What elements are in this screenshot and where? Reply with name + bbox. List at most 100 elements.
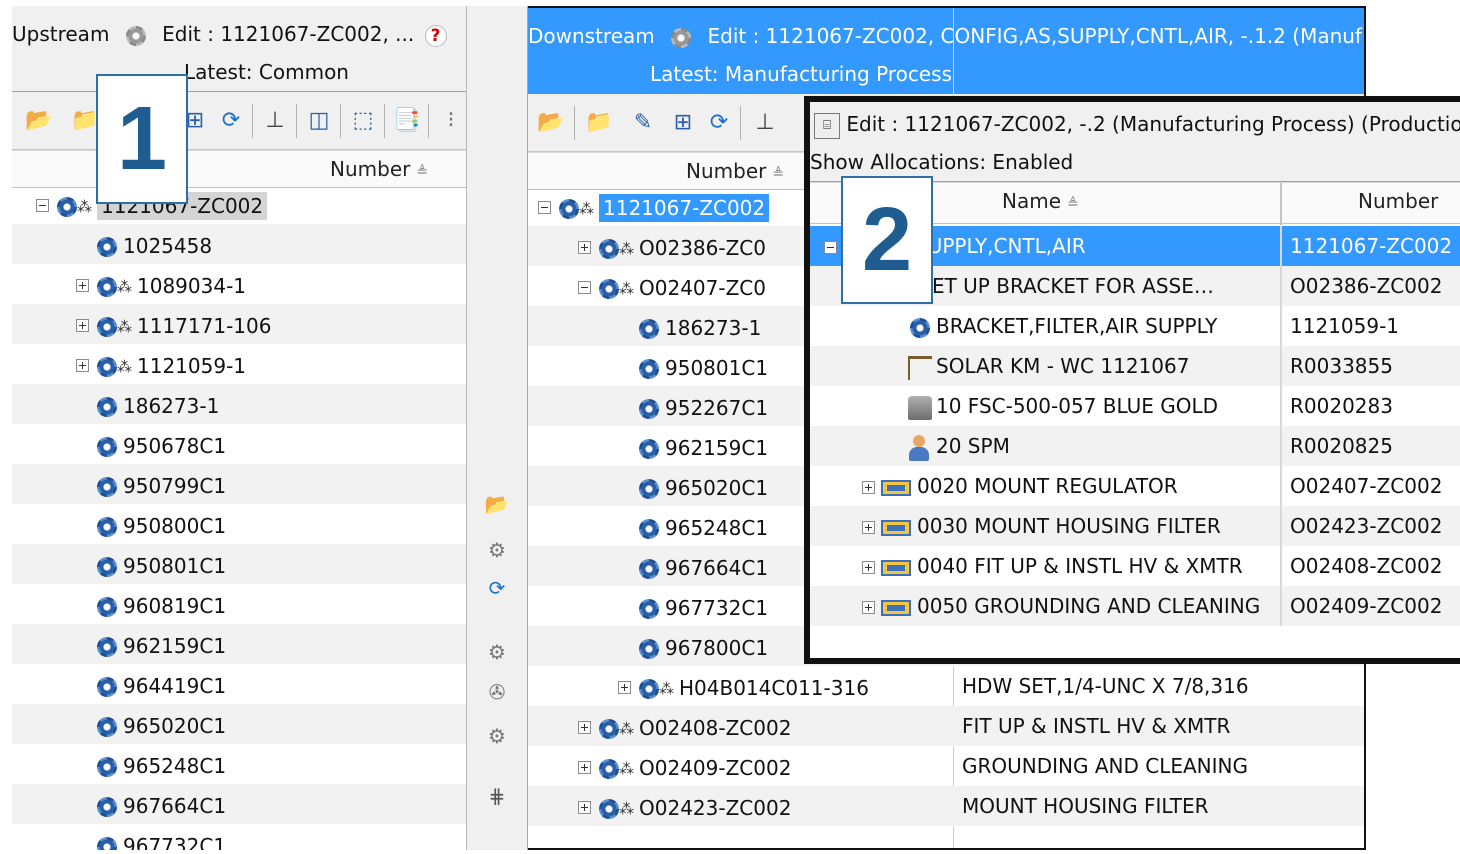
tree-row[interactable]: 967664C1 [12, 784, 466, 824]
folder-icon[interactable]: 📁 [584, 108, 614, 138]
process-row[interactable]: SOLAR KM - WC 1121067 R0033855 [810, 346, 1460, 386]
tree-row[interactable]: ⁂ 1117171-106 [12, 304, 466, 344]
process-edit-icon: ⌸ [814, 112, 840, 139]
tree-row[interactable]: 960819C1 [12, 584, 466, 624]
collapse-icon[interactable] [538, 201, 551, 214]
part-gear-icon [95, 555, 119, 579]
number-column-header[interactable]: Number [1358, 189, 1438, 213]
tree-row[interactable]: 962159C1 [12, 624, 466, 664]
description-cell: HDW SET,1/4-UNC X 7/8,316 [962, 674, 1249, 698]
tree-row[interactable]: ⁂ 1089034-1 [12, 264, 466, 306]
expand-icon[interactable] [578, 801, 591, 814]
gear-remove-icon[interactable]: ⚙ [483, 722, 511, 750]
gear-disabled-icon[interactable]: ⚙ [483, 638, 511, 666]
number-column-header[interactable]: Number ≜ [686, 159, 784, 183]
open-folder-icon[interactable]: 📂 [536, 108, 566, 138]
export-icon[interactable]: 📑 [392, 106, 422, 136]
help-icon[interactable]: ? [424, 24, 447, 47]
more-icon[interactable]: ⁝ [436, 106, 466, 136]
align-icon[interactable]: ⊥ [260, 106, 290, 136]
process-row[interactable]: BRACKET,FILTER,AIR SUPPLY 1121059-1 [810, 306, 1460, 346]
tree-row[interactable]: 950678C1 [12, 424, 466, 464]
collapse-icon[interactable] [824, 241, 837, 254]
tree-row[interactable]: 965020C1 [12, 704, 466, 744]
part-node-icon [637, 468, 661, 508]
assembly-node-icon: ⁂ [95, 266, 133, 306]
open-folder-icon[interactable]: 📂 [483, 490, 511, 518]
part-node-icon [637, 388, 661, 428]
process-row[interactable]: 10 FSC-500-057 BLUE GOLD R0020283 [810, 386, 1460, 426]
operation-icon [881, 519, 911, 536]
collapse-icon[interactable] [578, 281, 591, 294]
tree-item-label: 950801C1 [123, 553, 227, 578]
tree-row[interactable]: ⁂ O02423-ZC002 MOUNT HOUSING FILTER [528, 786, 1364, 826]
tree-row[interactable]: 967732C1 [12, 824, 466, 850]
tree-row[interactable]: 965248C1 [12, 744, 466, 784]
operation-icon [881, 559, 911, 576]
process-number-cell: R0033855 [1290, 354, 1393, 378]
expand-icon[interactable] [76, 319, 89, 332]
expand-icon[interactable] [862, 481, 875, 494]
refresh-icon[interactable]: ⟳ [216, 106, 246, 136]
open-folder-icon[interactable]: 📂 [24, 106, 54, 136]
process-row[interactable]: 0030 MOUNT HOUSING FILTER O02423-ZC002 [810, 506, 1460, 546]
settings-gear-icon[interactable] [124, 24, 148, 48]
process-row[interactable]: 0040 FIT UP & INSTL HV & XMTR O02408-ZC00… [810, 546, 1460, 586]
expand-icon[interactable] [862, 561, 875, 574]
skill-person-icon [908, 434, 930, 461]
tree-item-label: 186273-1 [665, 315, 762, 340]
column-divider [1280, 506, 1282, 546]
window-icon[interactable]: ◫ [304, 106, 334, 136]
process-number-cell: O02423-ZC002 [1290, 514, 1443, 538]
expand-icon[interactable] [76, 359, 89, 372]
process-row[interactable]: 0050 GROUNDING AND CLEANING O02409-ZC002 [810, 586, 1460, 626]
edit-structure-icon[interactable]: ✎ [628, 108, 658, 138]
align-icon[interactable]: ⊥ [750, 108, 780, 138]
part-gear-icon [908, 316, 932, 340]
column-divider [1280, 546, 1282, 586]
tree-row[interactable]: 964419C1 [12, 664, 466, 704]
expand-icon[interactable] [578, 241, 591, 254]
expand-icon[interactable] [862, 601, 875, 614]
expand-icon[interactable] [76, 279, 89, 292]
expand-icon[interactable] [578, 761, 591, 774]
tree-row[interactable]: 950800C1 [12, 504, 466, 544]
tree-item-label: 967664C1 [665, 555, 769, 580]
expand-icon[interactable] [618, 681, 631, 694]
tree-row[interactable]: ⁂ O02409-ZC002 GROUNDING AND CLEANING [528, 746, 1364, 786]
refresh-icon[interactable]: ⟳ [704, 108, 734, 138]
sync-icon[interactable]: ⟳ [483, 574, 511, 602]
assembly-icon [597, 757, 621, 781]
tree-row[interactable]: 950799C1 [12, 464, 466, 504]
upstream-toolbar: 📂 📁 ⊞ ⟳ ⊥ ◫ ⬚ 📑 ⁝ [12, 92, 466, 150]
assembly-node-icon: ⁂ [95, 346, 133, 386]
expand-icon[interactable] [578, 721, 591, 734]
tree-row[interactable]: 186273-1 [12, 384, 466, 424]
tree-icon[interactable]: ⊞ [668, 108, 698, 138]
filter-tree-icon[interactable]: ⋕ [483, 782, 511, 810]
process-name-cell: 0040 FIT UP & INSTL HV & XMTR [917, 554, 1243, 578]
sort-icon[interactable]: ≜ [772, 166, 784, 182]
number-column-header[interactable]: Number ≜ [330, 157, 428, 181]
assign-icon[interactable]: ⚙ [483, 536, 511, 564]
tree-item-label: 1121067-ZC002 [599, 193, 770, 222]
tree-row[interactable]: ⁂ H04B014C011-316 HDW SET,1/4-UNC X 7/8,31… [528, 666, 1364, 706]
replace-icon[interactable]: ✇ [483, 678, 511, 706]
tree-row[interactable]: 950801C1 [12, 544, 466, 584]
sort-icon[interactable]: ≜ [416, 164, 428, 180]
tree-row[interactable]: ⁂ 1121059-1 [12, 344, 466, 386]
process-row[interactable]: 0020 MOUNT REGULATOR O02407-ZC002 [810, 466, 1460, 506]
tree-row[interactable]: ⁂ 1121067-ZC002 [12, 184, 466, 224]
select-icon[interactable]: ⬚ [348, 106, 378, 136]
tree-row[interactable]: ⁂ O02408-ZC002 FIT UP & INSTL HV & XMTR [528, 706, 1364, 746]
process-row[interactable]: 20 SPM R0020825 [810, 426, 1460, 466]
collapse-icon[interactable] [36, 199, 49, 212]
structure-icon: ⁂ [619, 760, 634, 778]
name-column-header[interactable]: Name ≜ [1002, 189, 1079, 213]
sort-icon[interactable]: ≜ [1067, 196, 1079, 212]
settings-gear-icon[interactable] [669, 26, 693, 50]
expand-icon[interactable] [862, 521, 875, 534]
tree-row[interactable]: 1025458 [12, 224, 466, 264]
part-gear-icon [637, 397, 661, 421]
part-node-icon [637, 428, 661, 468]
